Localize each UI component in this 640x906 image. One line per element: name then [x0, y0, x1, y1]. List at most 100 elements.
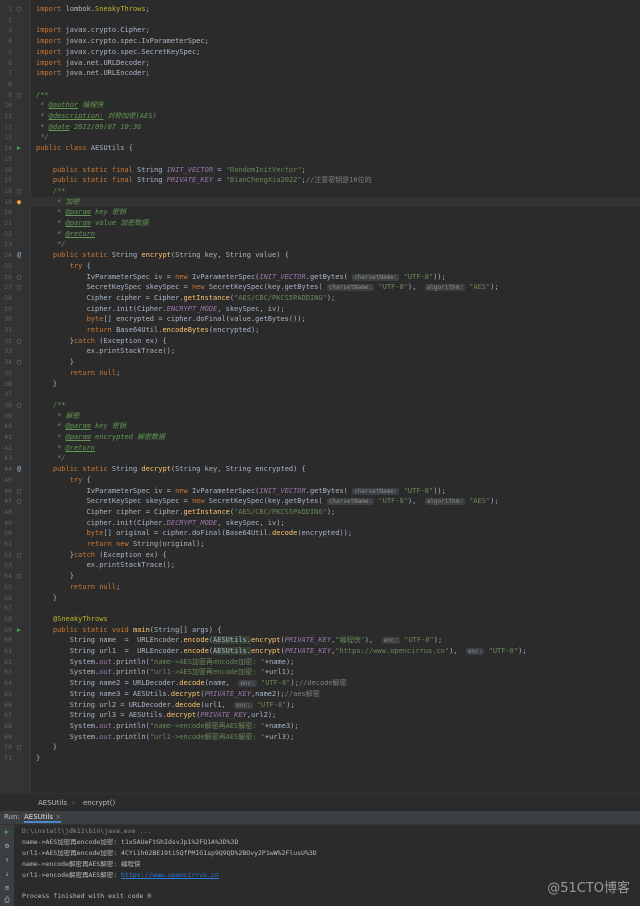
- code-line[interactable]: 11 * @description: 对称加密(AES): [0, 111, 640, 122]
- override-icon[interactable]: @: [14, 464, 24, 475]
- console-url-link[interactable]: https://www.opencirrus.cn: [121, 871, 219, 879]
- code-line[interactable]: 39 * 解密: [0, 411, 640, 422]
- code-line[interactable]: 68 System.out.println("name->encode解密再AE…: [0, 721, 640, 732]
- code-line[interactable]: 22 * @return: [0, 229, 640, 240]
- code-line[interactable]: 42 * @return: [0, 443, 640, 454]
- code-line[interactable]: 63 System.out.println("url1->AES加密再encod…: [0, 667, 640, 678]
- code-line[interactable]: 36 }: [0, 379, 640, 390]
- breadcrumb-class[interactable]: AESUtils: [38, 799, 67, 807]
- code-line[interactable]: 34 ▢ }: [0, 357, 640, 368]
- run-icon[interactable]: ▶: [14, 625, 24, 636]
- code-line[interactable]: 53 ex.printStackTrace();: [0, 560, 640, 571]
- code-line[interactable]: 65 String name3 = AESUtils.decrypt(PRIVA…: [0, 689, 640, 700]
- code-line[interactable]: 40 * @param key 密钥: [0, 421, 640, 432]
- code-line[interactable]: 69 System.out.println("url1->encode解密再AE…: [0, 732, 640, 743]
- override-icon[interactable]: @: [14, 250, 24, 261]
- run-icon[interactable]: ▶: [14, 143, 24, 154]
- code-line[interactable]: 13 */: [0, 132, 640, 143]
- code-line[interactable]: 64 String name2 = URLDecoder.decode(name…: [0, 678, 640, 689]
- code-line[interactable]: 48 Cipher cipher = Cipher.getInstance("A…: [0, 507, 640, 518]
- code-line[interactable]: 44 @ public static String decrypt(String …: [0, 464, 640, 475]
- code-line[interactable]: 8: [0, 79, 640, 90]
- code-line[interactable]: 62 System.out.println("name->AES加密再encod…: [0, 657, 640, 668]
- code-line[interactable]: 5 import javax.crypto.spec.SecretKeySpec;: [0, 47, 640, 58]
- code-line[interactable]: 21 * @param value 加密数据: [0, 218, 640, 229]
- code-line[interactable]: 29 cipher.init(Cipher.ENCRYPT_MODE, skey…: [0, 304, 640, 315]
- code-line[interactable]: 41 * @param encrypted 解密数据: [0, 432, 640, 443]
- code-line[interactable]: 19 ● * 加密: [0, 196, 640, 208]
- code-line[interactable]: 20 * @param key 密钥: [0, 207, 640, 218]
- code-line[interactable]: 32 ▢ }catch (Exception ex) {: [0, 336, 640, 347]
- code-line[interactable]: 23 */: [0, 239, 640, 250]
- rerun-icon[interactable]: ▶: [2, 827, 12, 837]
- fold-icon[interactable]: ▢: [14, 90, 24, 101]
- code-line[interactable]: 6 import java.net.URLDecoder;: [0, 58, 640, 69]
- code-line[interactable]: 14 ▶ public class AESUtils {: [0, 143, 640, 154]
- code-line[interactable]: 58 @SneakyThrows: [0, 614, 640, 625]
- fold-icon[interactable]: ▢: [14, 4, 24, 15]
- code-line[interactable]: 17 public static final String PRIVATE_KE…: [0, 175, 640, 186]
- lightbulb-icon[interactable]: ●: [14, 197, 24, 208]
- code-line[interactable]: 31 return Base64Util.encodeBytes(encrypt…: [0, 325, 640, 336]
- run-tab[interactable]: AESUtils ×: [24, 813, 62, 823]
- code-line[interactable]: 55 return null;: [0, 582, 640, 593]
- code-line[interactable]: 28 Cipher cipher = Cipher.getInstance("A…: [0, 293, 640, 304]
- scroll-down-icon[interactable]: ↓: [2, 869, 12, 879]
- fold-icon[interactable]: ▢: [14, 272, 24, 283]
- code-line[interactable]: 24 @ public static String encrypt(String …: [0, 250, 640, 261]
- code-line[interactable]: 71}: [0, 753, 640, 764]
- fold-icon[interactable]: ▢: [14, 496, 24, 507]
- scroll-up-icon[interactable]: ↑: [2, 855, 12, 865]
- code-line[interactable]: 1 ▢ import lombok.SneakyThrows;: [0, 4, 640, 15]
- code-line[interactable]: 45 try {: [0, 475, 640, 486]
- code-line[interactable]: 52 ▢ }catch (Exception ex) {: [0, 550, 640, 561]
- fold-icon[interactable]: ▢: [14, 357, 24, 368]
- code-line[interactable]: 38 ▢ /**: [0, 400, 640, 411]
- code-line[interactable]: 51 return new String(original);: [0, 539, 640, 550]
- code-line[interactable]: 57: [0, 603, 640, 614]
- code-line[interactable]: 61 String url1 = URLEncoder.encode(AESUt…: [0, 646, 640, 657]
- code-line[interactable]: 56 }: [0, 593, 640, 604]
- fold-icon[interactable]: ▢: [14, 571, 24, 582]
- soft-wrap-icon[interactable]: ≡: [2, 883, 12, 893]
- code-line[interactable]: 7 import java.net.URLEncoder;: [0, 68, 640, 79]
- code-line[interactable]: 27 ▢ SecretKeySpec skeySpec = new SecretK…: [0, 282, 640, 293]
- code-line[interactable]: 2: [0, 15, 640, 26]
- code-line[interactable]: 26 ▢ IvParameterSpec iv = new IvParameter…: [0, 272, 640, 283]
- code-line[interactable]: 50 byte[] original = cipher.doFinal(Base…: [0, 528, 640, 539]
- code-line[interactable]: 70 ▢ }: [0, 742, 640, 753]
- code-line[interactable]: 67 String url3 = AESUtils.decrypt(PRIVAT…: [0, 710, 640, 721]
- fold-icon[interactable]: ▢: [14, 400, 24, 411]
- code-line[interactable]: 30 byte[] encrypted = cipher.doFinal(val…: [0, 314, 640, 325]
- code-editor[interactable]: 1 ▢ import lombok.SneakyThrows; 2 3 import ja…: [0, 0, 640, 793]
- code-line[interactable]: 43 */: [0, 453, 640, 464]
- fold-icon[interactable]: ▢: [14, 742, 24, 753]
- fold-icon[interactable]: ▢: [14, 336, 24, 347]
- code-line[interactable]: 9 ▢ /**: [0, 90, 640, 101]
- code-line[interactable]: 25 try {: [0, 261, 640, 272]
- fold-icon[interactable]: ▢: [14, 282, 24, 293]
- code-line[interactable]: 60 String name = URLEncoder.encode(AESUt…: [0, 635, 640, 646]
- code-line[interactable]: 18 ▢ /**: [0, 186, 640, 197]
- code-line[interactable]: 4 import javax.crypto.spec.IvParameterSpe…: [0, 36, 640, 47]
- code-line[interactable]: 15: [0, 154, 640, 165]
- code-line[interactable]: 12 * @date 2022/09/07 10:36: [0, 122, 640, 133]
- wrench-icon[interactable]: ⚙: [2, 841, 12, 851]
- code-line[interactable]: 35 return null;: [0, 368, 640, 379]
- code-line[interactable]: 46 ▢ IvParameterSpec iv = new IvParameter…: [0, 486, 640, 497]
- code-line[interactable]: 10 * @author 编程侠: [0, 100, 640, 111]
- code-line[interactable]: 66 String url2 = URLDecoder.decode(url1,…: [0, 700, 640, 711]
- code-line[interactable]: 33 ex.printStackTrace();: [0, 346, 640, 357]
- close-icon[interactable]: ×: [55, 813, 61, 821]
- breadcrumb-method[interactable]: encrypt(): [83, 799, 115, 807]
- code-line[interactable]: 16 public static final String INIT_VECTO…: [0, 165, 640, 176]
- fold-icon[interactable]: ▢: [14, 186, 24, 197]
- fold-icon[interactable]: ▢: [14, 486, 24, 497]
- code-line[interactable]: 37: [0, 389, 640, 400]
- fold-icon[interactable]: ▢: [14, 550, 24, 561]
- code-line[interactable]: 47 ▢ SecretKeySpec skeySpec = new SecretK…: [0, 496, 640, 507]
- print-icon[interactable]: ⎙: [2, 895, 12, 905]
- code-line[interactable]: 3 import javax.crypto.Cipher;: [0, 25, 640, 36]
- code-line[interactable]: 49 cipher.init(Cipher.DECRYPT_MODE, skey…: [0, 518, 640, 529]
- code-line[interactable]: 59 ▶ public static void main(String[] arg…: [0, 625, 640, 636]
